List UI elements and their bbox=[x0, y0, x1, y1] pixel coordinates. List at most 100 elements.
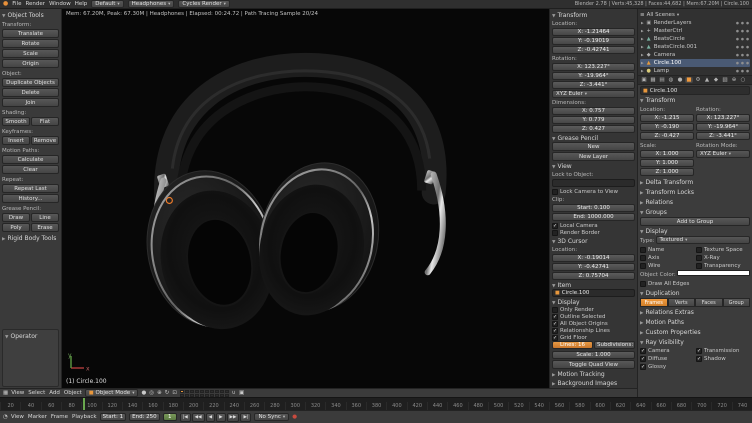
info-menu-window[interactable]: Window bbox=[49, 1, 71, 7]
checkbox-camera[interactable]: Camera bbox=[640, 347, 694, 355]
scene-selector[interactable]: Headphones bbox=[128, 0, 175, 8]
tool-button-calculate[interactable]: Calculate bbox=[2, 155, 59, 164]
clip-end-field[interactable]: End: 1000.000 bbox=[552, 213, 635, 221]
op-render-icon[interactable]: ▣ bbox=[239, 389, 244, 397]
item-panel-header[interactable]: Item bbox=[552, 281, 635, 289]
properties-tab-6[interactable]: ⚙ bbox=[694, 77, 702, 83]
visibility-toggle-icon[interactable]: ● bbox=[736, 37, 739, 41]
tool-button-repeat-last[interactable]: Repeat Last bbox=[2, 184, 59, 193]
layer-toggle-7[interactable] bbox=[210, 390, 214, 393]
duplication-option-group[interactable]: Group bbox=[723, 298, 751, 307]
panel-header-relations[interactable]: Relations bbox=[640, 198, 750, 207]
timeline-menu-playback[interactable]: Playback bbox=[72, 414, 97, 420]
tool-button-delete[interactable]: Delete bbox=[2, 88, 59, 97]
tool-button-clear[interactable]: Clear bbox=[2, 165, 59, 174]
selectability-toggle-icon[interactable]: ● bbox=[741, 29, 744, 33]
outliner-row-circle-100[interactable]: ▲Circle.100●●● bbox=[640, 59, 750, 67]
outliner-row-lamp[interactable]: ●Lamp●●● bbox=[640, 67, 750, 75]
panel-header-relations-extras[interactable]: Relations Extras bbox=[640, 308, 750, 317]
tool-button-draw[interactable]: Draw bbox=[2, 213, 30, 222]
checkbox-x-ray[interactable]: X-Ray bbox=[696, 254, 750, 262]
info-menu-render[interactable]: Render bbox=[25, 1, 45, 7]
grid-subdivisions-field[interactable]: Subdivisions: 10 bbox=[594, 341, 635, 349]
properties-tab-8[interactable]: ◆ bbox=[712, 77, 720, 83]
rotation-mode-selector[interactable]: XYZ Euler bbox=[552, 90, 635, 98]
add-to-group-button[interactable]: Add to Group bbox=[640, 217, 750, 226]
pivot-center-icon[interactable]: ◎ bbox=[149, 389, 154, 397]
tool-button-origin[interactable]: Origin bbox=[2, 59, 59, 68]
location-z-field[interactable]: Z: -0.42741 bbox=[552, 46, 635, 54]
view3d-menu-object[interactable]: Object bbox=[64, 390, 82, 396]
tool-button-rotate[interactable]: Rotate bbox=[2, 39, 59, 48]
render-toggle-icon[interactable]: ● bbox=[746, 21, 749, 25]
panel-header-custom-properties[interactable]: Custom Properties bbox=[640, 328, 750, 337]
rotation-y-field[interactable]: Y: -19.964° bbox=[552, 72, 635, 80]
checkbox-outline-selected[interactable]: Outline Selected bbox=[552, 313, 635, 320]
outliner-row-beatscircle-001[interactable]: ▲BeatsCircle.001●●● bbox=[640, 43, 750, 51]
properties-tab-1[interactable]: ▦ bbox=[649, 77, 657, 83]
properties-tab-10[interactable]: ⊕ bbox=[730, 77, 738, 83]
timeline-menu-frame[interactable]: Frame bbox=[51, 414, 68, 420]
checkbox-local-camera[interactable]: Local Camera bbox=[552, 222, 635, 229]
dimensions-x-field[interactable]: X: 0.757 bbox=[552, 107, 635, 115]
play-reverse-button[interactable]: ◀ bbox=[206, 413, 215, 422]
p-scale-y-field[interactable]: Y: 1.000 bbox=[640, 159, 694, 167]
render-toggle-icon[interactable]: ● bbox=[746, 61, 749, 65]
layer-toggle-1[interactable] bbox=[180, 390, 184, 393]
grid-lines-field[interactable]: Lines: 16 bbox=[552, 341, 593, 349]
playhead[interactable] bbox=[83, 398, 85, 410]
tool-button-history[interactable]: History... bbox=[2, 194, 59, 203]
checkbox-grid-floor[interactable]: Grid Floor bbox=[552, 334, 635, 341]
outliner-row-beatscircle[interactable]: ▲BeatsCircle●●● bbox=[640, 35, 750, 43]
disclosure-icon[interactable] bbox=[641, 20, 644, 26]
outliner-row-renderlayers[interactable]: ▣RenderLayers●●● bbox=[640, 19, 750, 27]
selectability-toggle-icon[interactable]: ● bbox=[741, 45, 744, 49]
checkbox-shadow[interactable]: Shadow bbox=[696, 355, 750, 363]
p-rotation-z-field[interactable]: Z: -3.441° bbox=[696, 132, 750, 140]
view-panel-header[interactable]: View bbox=[552, 162, 635, 170]
tool-button-smooth[interactable]: Smooth bbox=[2, 117, 30, 126]
selectability-toggle-icon[interactable]: ● bbox=[741, 69, 744, 73]
duplication-option-verts[interactable]: Verts bbox=[668, 298, 696, 307]
transform-panel-header[interactable]: Transform bbox=[640, 96, 750, 105]
tool-button-erase[interactable]: Erase bbox=[31, 223, 59, 232]
outliner-row-camera[interactable]: ◆Camera●●● bbox=[640, 51, 750, 59]
layer-toggle-9[interactable] bbox=[220, 390, 224, 393]
rotation-x-field[interactable]: X: 123.227° bbox=[552, 63, 635, 71]
tool-button-line[interactable]: Line bbox=[31, 213, 59, 222]
duplication-option-frames[interactable]: Frames bbox=[640, 298, 668, 307]
disclosure-icon[interactable] bbox=[641, 52, 644, 58]
layer-toggle-5[interactable] bbox=[200, 390, 204, 393]
checkbox-axis[interactable]: Axis bbox=[640, 254, 694, 262]
cursor-x-field[interactable]: X: -0.19014 bbox=[552, 254, 635, 262]
render-toggle-icon[interactable]: ● bbox=[746, 29, 749, 33]
checkbox-lock-camera-to-view[interactable]: Lock Camera to View bbox=[552, 188, 635, 195]
next-keyframe-button[interactable]: ▶▶ bbox=[227, 413, 240, 422]
panel-header-transform-locks[interactable]: Transform Locks bbox=[640, 188, 750, 197]
view3d-menu-add[interactable]: Add bbox=[49, 390, 60, 396]
layer-toggle-6[interactable] bbox=[205, 390, 209, 393]
manipulator-translate-icon[interactable]: ⊕ bbox=[157, 389, 162, 397]
visibility-toggle-icon[interactable]: ● bbox=[736, 45, 739, 49]
frame-end-field[interactable]: End: 250 bbox=[129, 413, 160, 421]
location-y-field[interactable]: Y: -0.19019 bbox=[552, 37, 635, 45]
grease-new-button[interactable]: New bbox=[552, 142, 635, 151]
info-menu-file[interactable]: File bbox=[12, 1, 21, 7]
layer-toggle-4[interactable] bbox=[195, 390, 199, 393]
checkbox-draw-all-edges[interactable]: Draw All Edges bbox=[640, 280, 750, 288]
panel-header-motion-paths[interactable]: Motion Paths bbox=[640, 318, 750, 327]
layer-toggle-2[interactable] bbox=[185, 390, 189, 393]
grid-scale-field[interactable]: Scale: 1.000 bbox=[552, 351, 635, 359]
checkbox-diffuse[interactable]: Diffuse bbox=[640, 355, 694, 363]
panel-header-rigid-body-tools[interactable]: Rigid Body Tools bbox=[2, 234, 59, 243]
p-location-y-field[interactable]: Y: -0.190 bbox=[640, 123, 694, 131]
manipulator-rotate-icon[interactable]: ↻ bbox=[165, 389, 170, 397]
tool-button-scale[interactable]: Scale bbox=[2, 49, 59, 58]
visibility-toggle-icon[interactable]: ● bbox=[736, 53, 739, 57]
dimensions-y-field[interactable]: Y: 0.779 bbox=[552, 116, 635, 124]
info-menu-help[interactable]: Help bbox=[75, 1, 88, 7]
selectability-toggle-icon[interactable]: ● bbox=[741, 53, 744, 57]
timeline-ruler[interactable]: 2040608010012014016018020022024026028030… bbox=[0, 397, 752, 410]
visibility-toggle-icon[interactable]: ● bbox=[736, 69, 739, 73]
p-location-x-field[interactable]: X: -1.215 bbox=[640, 114, 694, 122]
